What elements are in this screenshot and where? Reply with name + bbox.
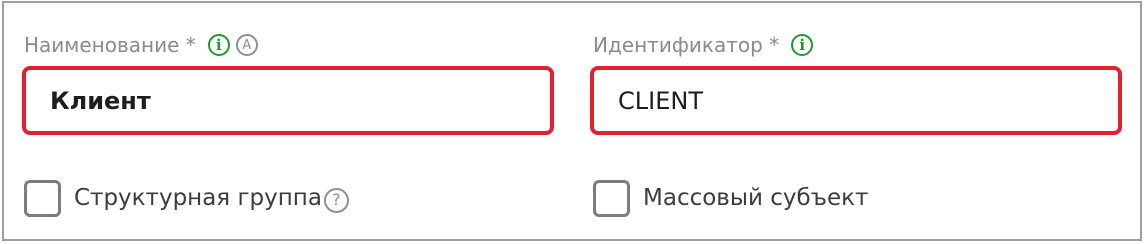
structural-group-label[interactable]: Структурная группа	[74, 185, 322, 211]
form-panel: Наименование * i A Клиент Идентификатор …	[2, 1, 1142, 241]
name-input-value: Клиент	[50, 86, 151, 115]
name-field-label-row: Наименование * i A	[24, 31, 258, 59]
id-field-label: Идентификатор *	[593, 33, 780, 57]
structural-group-checkbox[interactable]	[24, 179, 61, 217]
info-icon[interactable]: i	[791, 34, 814, 56]
auto-icon[interactable]: A	[235, 34, 258, 56]
structural-group-row: Структурная группа ?	[24, 178, 349, 218]
identifier-input-value: CLIENT	[618, 86, 703, 115]
identifier-input[interactable]: CLIENT	[590, 66, 1122, 135]
help-icon[interactable]: ?	[323, 187, 349, 213]
mass-subject-label[interactable]: Массовый субъект	[643, 185, 868, 211]
name-field-label: Наименование *	[24, 33, 196, 57]
mass-subject-row: Массовый субъект	[593, 178, 868, 218]
id-field-label-row: Идентификатор * i	[593, 31, 819, 59]
mass-subject-checkbox[interactable]	[593, 179, 630, 217]
info-icon[interactable]: i	[207, 34, 230, 56]
name-input[interactable]: Клиент	[22, 66, 554, 135]
